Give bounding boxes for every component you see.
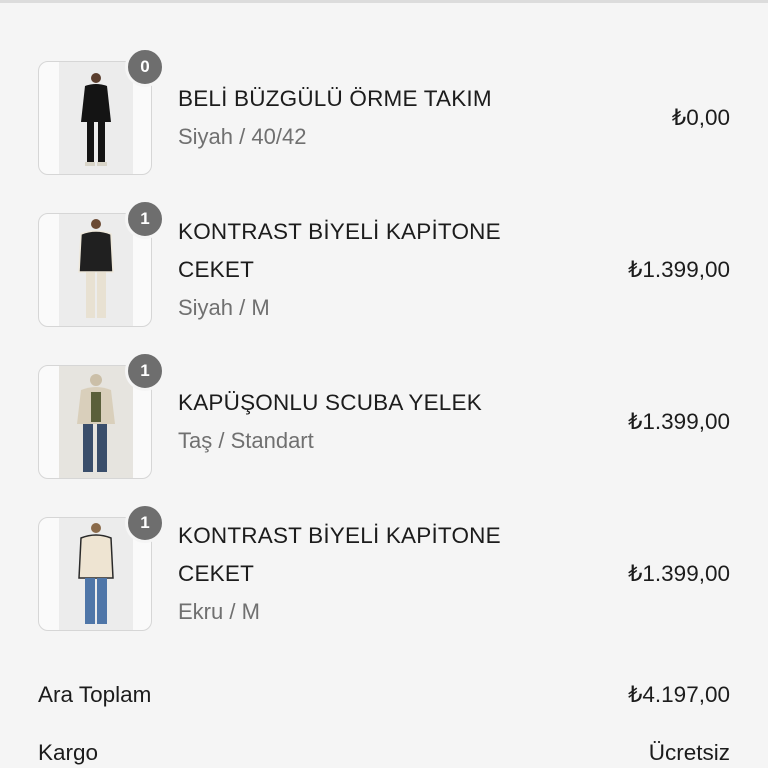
- shipping-row: Kargo Ücretsiz: [38, 733, 730, 768]
- quantity-badge: 1: [125, 503, 165, 543]
- product-price: ₺1.399,00: [628, 257, 730, 282]
- quantity-badge: 1: [125, 351, 165, 391]
- cart-item[interactable]: 1 KONTRAST BİYELİ KAPİTONE CEKET Siyah /…: [38, 199, 730, 327]
- quantity-badge: 1: [125, 199, 165, 239]
- cart-item[interactable]: 1 KONTRAST BİYELİ KAPİTONE CEKET Ekru / …: [38, 503, 730, 631]
- shipping-value: Ücretsiz: [648, 740, 730, 765]
- product-title-continued[interactable]: CEKET: [178, 251, 558, 289]
- product-price: ₺0,00: [671, 105, 730, 130]
- cart-item[interactable]: 0 BELİ BÜZGÜLÜ ÖRME TAKIM Siyah / 40/42 …: [38, 47, 730, 175]
- product-variant: Siyah / 40/42: [178, 124, 307, 149]
- product-variant: Ekru / M: [178, 599, 260, 624]
- cart-item[interactable]: 1 KAPÜŞONLU SCUBA YELEK Taş / Standart ₺…: [38, 351, 730, 479]
- subtotal-label: Ara Toplam: [38, 682, 152, 707]
- product-title[interactable]: BELİ BÜZGÜLÜ ÖRME TAKIM: [178, 80, 558, 118]
- product-title[interactable]: KAPÜŞONLU SCUBA YELEK: [178, 384, 558, 422]
- shipping-label: Kargo: [38, 740, 99, 765]
- top-divider: [0, 0, 768, 3]
- product-variant: Siyah / M: [178, 295, 270, 320]
- subtotal-row: Ara Toplam ₺4.197,00: [38, 675, 730, 715]
- product-price: ₺1.399,00: [628, 561, 730, 586]
- product-title-continued[interactable]: CEKET: [178, 555, 558, 593]
- product-title[interactable]: KONTRAST BİYELİ KAPİTONE: [178, 517, 558, 555]
- product-price: ₺1.399,00: [628, 409, 730, 434]
- subtotal-value: ₺4.197,00: [628, 682, 730, 707]
- product-variant: Taş / Standart: [178, 428, 314, 453]
- quantity-badge: 0: [125, 47, 165, 87]
- product-title[interactable]: KONTRAST BİYELİ KAPİTONE: [178, 213, 558, 251]
